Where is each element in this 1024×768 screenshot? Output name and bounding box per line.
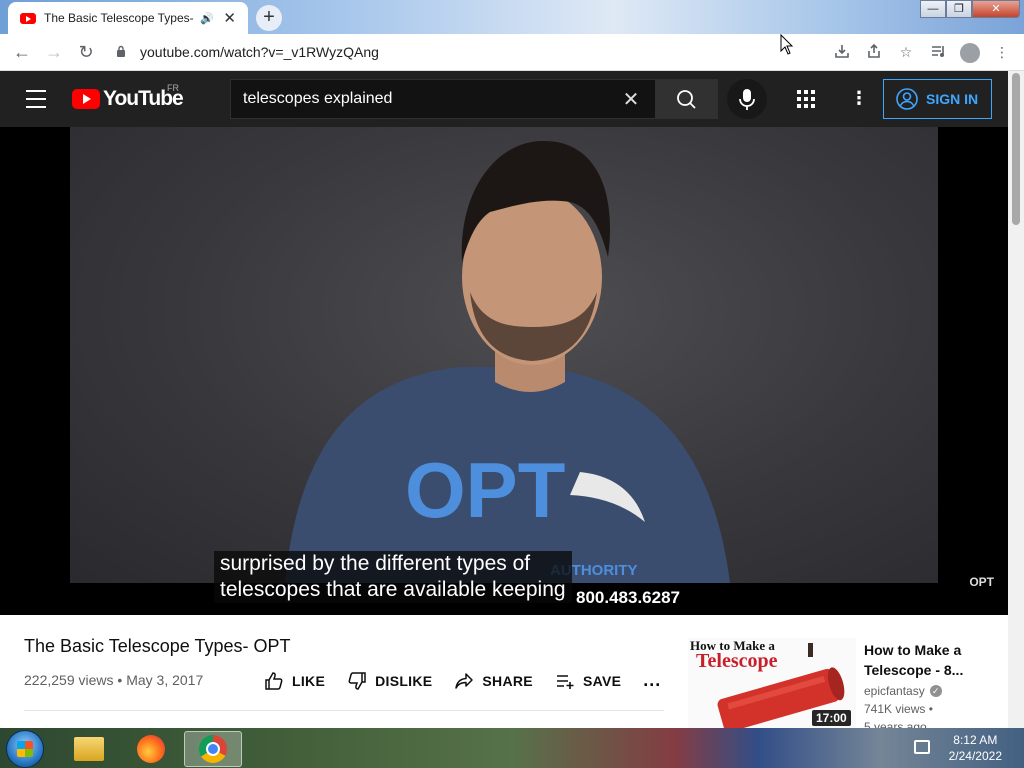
dislike-button[interactable]: DISLIKE — [347, 671, 432, 691]
window-controls: — ❐ ✕ — [920, 0, 1020, 18]
settings-menu-icon[interactable]: ⋮ — [850, 89, 868, 109]
lock-icon[interactable] — [110, 45, 132, 60]
shirt-logo-text: OPT — [405, 446, 565, 534]
search-icon — [677, 90, 696, 109]
more-actions-button[interactable]: ... — [643, 670, 661, 691]
browser-menu-icon[interactable]: ⋮ — [986, 44, 1018, 61]
tab-close-icon[interactable]: ✕ — [222, 9, 238, 27]
chrome-icon — [199, 735, 227, 763]
minimize-button[interactable]: — — [920, 0, 946, 18]
playlist-add-icon — [556, 674, 574, 689]
media-control-icon[interactable] — [922, 43, 954, 62]
thumbs-up-icon — [265, 671, 283, 690]
recommended-separator: • — [928, 702, 933, 716]
more-horizontal-icon: ... — [643, 670, 662, 690]
taskbar-firefox[interactable] — [122, 731, 180, 767]
channel-watermark[interactable]: OPT — [969, 575, 994, 589]
forward-arrow-icon[interactable]: → — [38, 36, 70, 68]
youtube-play-logo-icon — [72, 89, 100, 109]
video-actions: LIKE DISLIKE SHARE SAVE ... — [264, 670, 683, 691]
windows-taskbar: 8:12 AM 2/24/2022 — [0, 728, 1024, 768]
sign-in-button[interactable]: SIGN IN — [883, 79, 992, 119]
recommended-meta: 741K views • — [864, 702, 933, 716]
tab-title: The Basic Telescope Types- OPT — [44, 11, 194, 25]
page-scrollbar[interactable] — [1008, 71, 1024, 728]
video-frame[interactable]: OPT AUTHORITY — [70, 127, 938, 583]
presenter-figure: OPT AUTHORITY — [285, 140, 730, 583]
video-metadata: 222,259 views • May 3, 2017 — [24, 672, 203, 688]
verified-check-icon: ✓ — [929, 685, 942, 697]
speaker-icon[interactable]: 🔊 — [200, 12, 214, 25]
recommended-channel[interactable]: epicfantasy ✓ — [864, 684, 942, 698]
reload-icon[interactable]: ↻ — [70, 36, 102, 68]
save-button[interactable]: SAVE — [555, 671, 621, 691]
youtube-favicon-icon — [20, 12, 36, 24]
browser-toolbar: ← → ↻ youtube.com/watch?v=_v1RWyzQAng ☆ … — [0, 34, 1024, 71]
user-circle-icon — [896, 88, 918, 110]
region-code: FR — [167, 83, 179, 93]
video-player[interactable]: OPT AUTHORITY surprised by the different… — [0, 127, 1008, 615]
url-text[interactable]: youtube.com/watch?v=_v1RWyzQAng — [140, 44, 379, 60]
like-label: LIKE — [292, 672, 326, 689]
youtube-header: YouTube FR ✕ ⋮ SIGN I — [0, 71, 1008, 127]
meta-separator: • — [117, 672, 123, 688]
dislike-label: DISLIKE — [375, 672, 433, 689]
folder-icon — [74, 737, 104, 761]
taskbar-chrome[interactable] — [184, 731, 242, 767]
scrollbar-thumb[interactable] — [1012, 73, 1020, 225]
new-tab-button[interactable]: + — [256, 5, 282, 31]
video-phone-number: 800.483.6287 — [576, 588, 680, 607]
restore-button[interactable]: ❐ — [946, 0, 972, 18]
system-clock[interactable]: 8:12 AM 2/24/2022 — [949, 732, 1002, 764]
share-page-icon[interactable] — [858, 43, 890, 62]
caption-line-1: surprised by the different types of — [220, 552, 531, 575]
clear-search-icon[interactable]: ✕ — [611, 87, 651, 112]
browser-tab-active[interactable]: The Basic Telescope Types- OPT 🔊 ✕ — [8, 2, 248, 34]
upload-date: May 3, 2017 — [126, 672, 204, 688]
like-button[interactable]: LIKE — [264, 671, 325, 691]
voice-search-button[interactable] — [727, 79, 767, 119]
save-label: SAVE — [582, 672, 622, 689]
search-box: ✕ — [230, 79, 656, 119]
microphone-icon — [739, 89, 755, 110]
recommended-views: 741K views — [864, 702, 926, 716]
bookmark-star-icon[interactable]: ☆ — [890, 44, 922, 61]
caption-line-2: telescopes that are available keeping — [220, 578, 566, 601]
toolbar-actions: ☆ ⋮ — [826, 34, 1018, 71]
share-label: SHARE — [482, 672, 533, 689]
channel-name[interactable]: epicfantasy — [864, 684, 925, 698]
taskbar-explorer[interactable] — [60, 731, 118, 767]
recommended-title[interactable]: How to Make a Telescope - 8... — [864, 640, 1004, 680]
thumbs-down-icon — [348, 671, 366, 690]
network-icon[interactable] — [914, 740, 930, 754]
recommended-video[interactable]: How to Make a Telescope 17:00 How to Mak… — [688, 638, 1008, 734]
sign-in-label: SIGN IN — [926, 91, 979, 107]
clock-date: 2/24/2022 — [948, 749, 1002, 763]
browser-tab-strip: The Basic Telescope Types- OPT 🔊 ✕ + — ❐… — [0, 0, 1024, 34]
video-duration: 17:00 — [812, 710, 851, 726]
share-arrow-icon — [455, 672, 474, 689]
profile-avatar-icon[interactable] — [960, 42, 980, 63]
view-count: 222,259 views — [24, 672, 114, 688]
start-button[interactable] — [6, 730, 44, 768]
install-app-icon[interactable] — [826, 43, 858, 62]
back-arrow-icon[interactable]: ← — [6, 36, 38, 68]
address-bar[interactable]: youtube.com/watch?v=_v1RWyzQAng — [110, 37, 822, 67]
youtube-logo[interactable]: YouTube FR — [72, 83, 184, 111]
search-input[interactable] — [231, 90, 611, 108]
window-close-button[interactable]: ✕ — [972, 0, 1020, 18]
video-title: The Basic Telescope Types- OPT — [24, 636, 291, 656]
firefox-icon — [137, 735, 165, 763]
share-button[interactable]: SHARE — [454, 671, 533, 691]
apps-grid-icon[interactable] — [796, 89, 816, 109]
details-divider — [24, 710, 664, 711]
recommended-thumbnail[interactable]: How to Make a Telescope 17:00 — [688, 638, 856, 728]
hamburger-menu-icon[interactable] — [26, 90, 46, 108]
clock-time: 8:12 AM — [953, 733, 998, 747]
mouse-cursor-icon — [780, 34, 794, 55]
closed-caption: surprised by the different types of tele… — [214, 551, 572, 603]
search-button[interactable] — [656, 79, 718, 119]
